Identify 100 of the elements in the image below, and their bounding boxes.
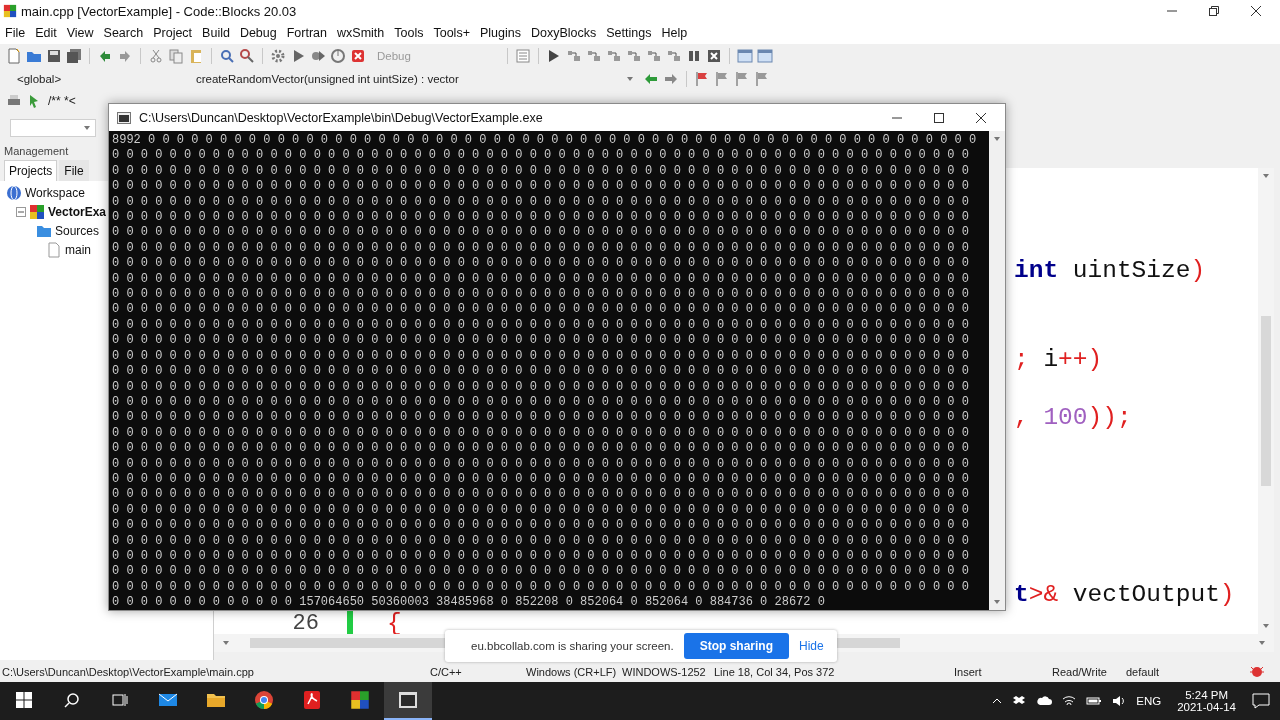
panel-tab[interactable]: Projects bbox=[4, 160, 58, 181]
console-output-line: 0 0 0 0 0 0 0 0 0 0 0 0 0 0 0 0 0 0 0 0 0 0 0 0 0 0 0 0 0 0 0 0 0 0 0 0 0 0 0 0 0 0 0 0 0 0 0 0 0 0 0 0 0 0 0 0 0 0 0 0 bbox=[112, 471, 970, 488]
console-output-line: 0 0 0 0 0 0 0 0 0 0 0 0 0 0 0 0 0 0 0 0 0 0 0 0 0 0 0 0 0 0 0 0 0 0 0 0 0 0 0 0 0 0 0 0 0 0 0 0 0 0 0 0 0 0 0 0 0 0 0 0 bbox=[112, 364, 970, 380]
pdf-icon[interactable] bbox=[303, 690, 321, 710]
bookmark-flag-icon[interactable] bbox=[714, 71, 730, 87]
caret-icon bbox=[1258, 639, 1266, 647]
console-output-line: 0 0 0 0 0 0 0 0 0 0 0 0 0 0 0 0 0 0 0 0 0 0 0 0 0 0 0 0 0 0 0 0 0 0 0 0 0 0 0 0 0 0 0 0 0 0 0 0 0 0 0 0 0 0 0 0 0 0 0 0 bbox=[112, 502, 970, 519]
console-output-line: 0 0 0 0 0 0 0 0 0 0 0 0 0 0 0 0 0 0 0 0 0 0 0 0 0 0 0 0 0 0 0 0 0 0 0 0 0 0 0 0 0 0 0 0 0 0 0 0 0 0 0 0 0 0 0 0 0 0 0 0 bbox=[112, 394, 970, 411]
close-icon[interactable] bbox=[975, 111, 987, 124]
chevron-up-icon[interactable] bbox=[992, 696, 1003, 706]
window-icon[interactable] bbox=[757, 48, 773, 64]
gear-icon[interactable] bbox=[270, 48, 286, 64]
speaker-icon[interactable] bbox=[1112, 695, 1127, 707]
menu-item[interactable]: DoxyBlocks bbox=[525, 26, 602, 40]
stop-sharing-button[interactable]: Stop sharing bbox=[683, 633, 789, 659]
save-all-icon[interactable] bbox=[66, 48, 82, 64]
start-icon[interactable] bbox=[16, 692, 32, 708]
mail-icon[interactable] bbox=[158, 692, 178, 708]
cloud-icon[interactable] bbox=[1036, 696, 1053, 706]
abort-icon[interactable] bbox=[350, 48, 366, 64]
menu-item[interactable]: Plugins bbox=[474, 26, 526, 40]
menu-item[interactable]: Fortran bbox=[281, 26, 333, 40]
status-text: C/C++ bbox=[430, 666, 462, 678]
wifi-icon[interactable] bbox=[1062, 695, 1077, 707]
replace-icon[interactable] bbox=[239, 48, 255, 64]
bookmark-flag-icon[interactable] bbox=[694, 71, 710, 87]
console-icon[interactable] bbox=[398, 691, 418, 709]
menu-item[interactable]: Build bbox=[197, 26, 235, 40]
tree-item[interactable]: Sources bbox=[55, 223, 100, 238]
console-output-line: 0 0 0 0 0 0 0 0 0 0 0 0 0 0 0 0 0 0 0 0 0 0 0 0 0 0 0 0 0 0 0 0 0 0 0 0 0 0 0 0 0 0 0 0 0 0 0 0 0 0 0 0 0 0 0 0 0 0 0 0 bbox=[112, 287, 970, 303]
caret-icon bbox=[993, 598, 1001, 606]
globe-icon bbox=[6, 184, 22, 201]
panel-tab[interactable]: File bbox=[59, 160, 89, 181]
console-output-line: 0 0 0 0 0 0 0 0 0 0 0 0 0 0 0 0 0 0 0 0 0 0 0 0 0 0 0 0 0 0 0 0 0 0 0 0 0 0 0 0 0 0 0 0 0 0 0 0 0 0 0 0 0 0 0 0 0 0 0 0 bbox=[112, 163, 970, 180]
code-line: , 100)); bbox=[1014, 404, 1132, 432]
menu-item[interactable]: Settings bbox=[601, 26, 657, 40]
caret-icon bbox=[626, 75, 634, 83]
console-output-line: 0 0 0 0 0 0 0 0 0 0 0 0 0 0 0 0 0 0 0 0 0 0 0 0 0 0 0 0 0 0 0 0 0 0 0 0 0 0 0 0 0 0 0 0 0 0 0 0 0 0 0 0 0 0 0 0 0 0 0 0 bbox=[112, 148, 970, 164]
search-icon[interactable] bbox=[64, 692, 80, 708]
tree-item[interactable]: main bbox=[65, 242, 91, 257]
maximize-icon[interactable] bbox=[933, 111, 945, 124]
battery-icon[interactable] bbox=[1086, 696, 1103, 706]
status-text: default bbox=[1126, 666, 1160, 678]
console-output-line: 0 0 0 0 0 0 0 0 0 0 0 0 0 0 0 0 0 0 0 0 0 0 0 0 0 0 0 0 0 0 0 0 0 0 0 0 0 0 0 0 0 0 0 0 0 0 0 0 0 0 0 0 0 0 0 0 0 0 0 0 bbox=[112, 333, 970, 349]
language-indicator[interactable]: ENG bbox=[1136, 695, 1162, 707]
console-output-line: 0 0 0 0 0 0 0 0 0 0 0 0 0 0 0 0 0 0 0 0 0 0 0 0 0 0 0 0 0 0 0 0 0 0 0 0 0 0 0 0 0 0 0 0 0 0 0 0 0 0 0 0 0 0 0 0 0 0 0 0 bbox=[112, 271, 970, 288]
console-scrollbar[interactable] bbox=[989, 131, 1005, 610]
scope-dropdown[interactable]: <global> bbox=[10, 70, 185, 88]
redo-icon[interactable] bbox=[117, 48, 133, 64]
step-icon[interactable] bbox=[646, 48, 662, 64]
bookmark-flag-icon[interactable] bbox=[734, 71, 750, 87]
menu-item[interactable]: View bbox=[61, 26, 99, 40]
menu-item[interactable]: Tools+ bbox=[428, 26, 475, 40]
console-output-line: 0 0 0 0 0 0 0 0 0 0 0 0 0 0 0 0 0 0 0 0 0 0 0 0 0 0 0 0 0 0 0 0 0 0 0 0 0 0 0 0 0 0 0 0 0 0 0 0 0 0 0 0 0 0 0 0 0 0 0 0 bbox=[112, 518, 970, 534]
comment-button[interactable]: /** *< bbox=[46, 94, 78, 108]
tree-item[interactable]: VectorExa bbox=[48, 204, 107, 219]
menu-item[interactable]: Search bbox=[98, 26, 149, 40]
pause-icon[interactable] bbox=[686, 48, 702, 64]
window-icon[interactable] bbox=[737, 48, 753, 64]
share-message: eu.bbcollab.com is sharing your screen. bbox=[471, 640, 674, 652]
symbol-dropdown[interactable]: createRandomVector(unsigned int uintSize) : vector bbox=[189, 70, 639, 88]
restore-icon[interactable] bbox=[1208, 5, 1220, 17]
clock-date[interactable]: 2021-04-14 bbox=[1177, 701, 1236, 713]
menu-item[interactable]: Project bbox=[148, 26, 198, 40]
console-output-line: 0 0 0 0 0 0 0 0 0 0 0 0 0 0 0 0 0 0 0 0 0 0 0 0 0 0 0 0 0 0 0 0 0 0 0 0 0 0 0 0 0 0 0 0 0 0 0 0 0 0 0 0 0 0 0 0 0 0 0 0 bbox=[112, 317, 970, 334]
step-icon[interactable] bbox=[626, 48, 642, 64]
step-icon[interactable] bbox=[606, 48, 622, 64]
menu-item[interactable]: wxSmith bbox=[332, 26, 390, 40]
status-text: Line 18, Col 34, Pos 372 bbox=[714, 666, 835, 678]
menu-item[interactable]: File bbox=[0, 26, 31, 40]
cut-icon[interactable] bbox=[148, 48, 164, 64]
console-output-line: 0 0 0 0 0 0 0 0 0 0 0 0 0 0 0 0 0 0 0 0 0 0 0 0 0 0 0 0 0 0 0 0 0 0 0 0 0 0 0 0 0 0 0 0 0 0 0 0 0 0 0 0 0 0 0 0 0 0 0 0 bbox=[112, 379, 970, 395]
file-icon bbox=[46, 241, 62, 258]
console-output-line: 8992 0 0 0 0 0 0 0 0 0 0 0 0 0 0 0 0 0 0 0 0 0 0 0 0 0 0 0 0 0 0 0 0 0 0 0 0 0 0 0 0 0 0 0 0 0 0 0 0 0 0 0 0 0 0 0 0 0 0 bbox=[112, 133, 978, 149]
bookmark-flag-icon[interactable] bbox=[754, 71, 770, 87]
console-output-line: 0 0 0 0 0 0 0 0 0 0 0 0 0 0 0 0 0 0 0 0 0 0 0 0 0 0 0 0 0 0 0 0 0 0 0 0 0 0 0 0 0 0 0 0 0 0 0 0 0 0 0 0 0 0 0 0 0 0 0 0 bbox=[112, 441, 970, 457]
close-icon[interactable] bbox=[1250, 5, 1262, 17]
menu-item[interactable]: Help bbox=[656, 26, 693, 40]
step-icon[interactable] bbox=[586, 48, 602, 64]
menu-item[interactable]: Debug bbox=[234, 26, 282, 40]
scrollbar-thumb[interactable] bbox=[1261, 316, 1271, 486]
hide-link[interactable]: Hide bbox=[799, 639, 824, 653]
menu-item[interactable]: Tools bbox=[389, 26, 429, 40]
stop-icon[interactable] bbox=[706, 48, 722, 64]
folder-icon[interactable] bbox=[206, 692, 226, 708]
task-view-icon[interactable] bbox=[112, 692, 128, 708]
status-text: C:\Users\Duncan\Desktop\VectorExample\main.cpp bbox=[2, 666, 254, 678]
build-run-icon[interactable] bbox=[310, 48, 326, 64]
collapse-icon[interactable] bbox=[16, 206, 26, 217]
tree-item[interactable]: Workspace bbox=[25, 185, 85, 200]
copy-icon[interactable] bbox=[168, 48, 184, 64]
clock-time[interactable]: 5:24 PM bbox=[1185, 689, 1228, 701]
browser-icon[interactable] bbox=[254, 690, 274, 710]
save-icon[interactable] bbox=[46, 48, 62, 64]
notification-icon[interactable] bbox=[1252, 693, 1270, 709]
vertical-scrollbar[interactable] bbox=[1258, 168, 1274, 634]
new-file-icon[interactable] bbox=[6, 48, 22, 64]
forward-arrow-icon[interactable] bbox=[663, 71, 679, 87]
status-text: Windows (CR+LF) bbox=[526, 666, 617, 678]
menu-item[interactable]: Edit bbox=[30, 26, 62, 40]
